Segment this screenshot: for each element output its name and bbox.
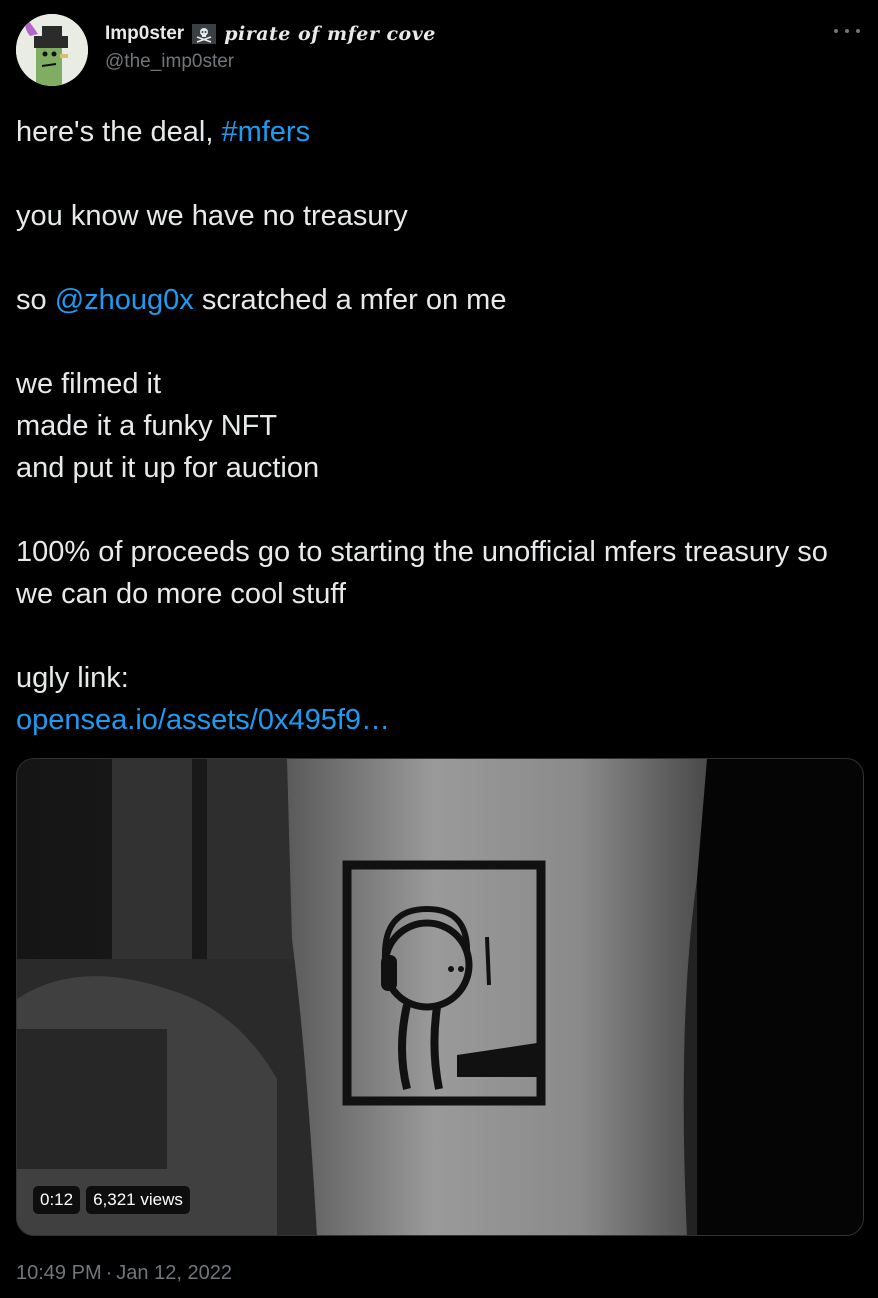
tweet-line: you know we have no treasury xyxy=(16,200,408,232)
video-meta: 0:12 6,321 views xyxy=(33,1186,190,1214)
more-options-button[interactable] xyxy=(834,24,860,38)
tweet-text: here's the deal, #mfers you know we have… xyxy=(16,111,866,741)
tweet-line: so @zhoug0x scratched a mfer on me xyxy=(16,279,866,321)
tweet-text-span: scratched a mfer on me xyxy=(193,284,507,316)
avatar-image xyxy=(16,14,88,86)
tweet-text-span: here's the deal, xyxy=(16,116,222,148)
video-views: 6,321 views xyxy=(86,1186,190,1214)
tweet-line: opensea.io/assets/0x495f9… xyxy=(16,699,866,741)
tweet-line: ugly link: xyxy=(16,662,129,694)
opensea-link[interactable]: opensea.io/assets/0x495f9… xyxy=(16,704,390,736)
more-dot-icon xyxy=(834,29,838,33)
more-dot-icon xyxy=(856,29,860,33)
name-row: Imp0ster pirate of mfer cove xyxy=(105,20,436,48)
tweet-line: here's the deal, #mfers xyxy=(16,111,866,153)
author-block: Imp0ster pirate of mfer cove @the_imp0st… xyxy=(105,20,436,73)
video-duration: 0:12 xyxy=(33,1186,81,1214)
tweet-text-span: so xyxy=(16,284,55,316)
display-name-suffix: pirate of mfer cove xyxy=(224,23,436,45)
timestamp-separator: · xyxy=(105,1262,113,1284)
skull-crossbones-flag-icon xyxy=(192,24,217,44)
tweet-line: made it a funky NFT xyxy=(16,410,278,442)
hashtag-link[interactable]: #mfers xyxy=(221,116,310,148)
tweet-card: Imp0ster pirate of mfer cove @the_imp0st… xyxy=(0,0,878,1298)
timestamp-date: Jan 12, 2022 xyxy=(116,1262,232,1284)
video-player[interactable]: 0:12 6,321 views xyxy=(16,758,864,1236)
handle[interactable]: @the_imp0ster xyxy=(105,51,436,73)
tweet-line: 100% of proceeds go to starting the unof… xyxy=(16,536,828,610)
display-name[interactable]: Imp0ster xyxy=(105,23,184,45)
video-frame xyxy=(17,759,863,1235)
tweet-line: we filmed it xyxy=(16,368,162,400)
more-dot-icon xyxy=(845,29,849,33)
timestamp-time: 10:49 PM xyxy=(16,1262,102,1284)
mention-link[interactable]: @zhoug0x xyxy=(55,284,194,316)
tweet-line: and put it up for auction xyxy=(16,452,320,484)
avatar[interactable] xyxy=(16,14,88,86)
timestamp[interactable]: 10:49 PM · Jan 12, 2022 xyxy=(16,1262,232,1285)
